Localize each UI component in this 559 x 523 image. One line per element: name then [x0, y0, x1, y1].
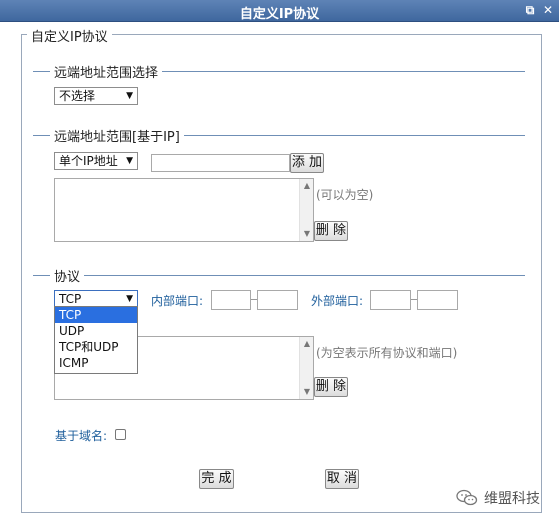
ip-list-textarea[interactable]: ▲ ▼	[54, 178, 314, 242]
delete-ip-button[interactable]: 删 除	[314, 221, 348, 241]
internal-port-end-input[interactable]	[257, 290, 298, 310]
close-icon[interactable]: ✕	[541, 3, 555, 17]
window-titlebar: 自定义IP协议 ⧉ ✕	[0, 0, 559, 22]
remote-range-select-value: 不选择	[59, 89, 96, 103]
section-title-remote-range-select: 远端地址范围选择	[50, 62, 163, 81]
ok-button[interactable]: 完 成	[199, 469, 234, 489]
ip-list-hint: (可以为空)	[316, 188, 374, 202]
ip-type-select[interactable]: 单个IP地址 ▼	[54, 152, 138, 170]
protocol-option[interactable]: UDP	[55, 323, 137, 339]
protocol-option[interactable]: TCP和UDP	[55, 339, 137, 355]
ip-type-select-value: 单个IP地址	[59, 154, 118, 168]
scroll-up-icon[interactable]: ▲	[300, 179, 314, 193]
external-port-start-input[interactable]	[370, 290, 411, 310]
domain-label: 基于域名:	[55, 429, 108, 443]
external-port-end-input[interactable]	[417, 290, 458, 310]
restore-icon[interactable]: ⧉	[523, 3, 537, 17]
protocol-list-hint: (为空表示所有协议和端口)	[316, 346, 458, 360]
chevron-down-icon: ▼	[126, 91, 133, 101]
external-port-label: 外部端口:	[311, 294, 364, 308]
form-legend: 自定义IP协议	[27, 26, 112, 45]
scrollbar[interactable]: ▲ ▼	[299, 337, 313, 399]
internal-port-label: 内部端口:	[151, 294, 204, 308]
section-divider	[33, 275, 525, 276]
scroll-down-icon[interactable]: ▼	[300, 385, 314, 399]
internal-port-start-input[interactable]	[211, 290, 251, 310]
section-title-remote-range-ip: 远端地址范围[基于IP]	[50, 126, 184, 145]
delete-protocol-button[interactable]: 删 除	[314, 377, 348, 397]
section-title-protocol: 协议	[50, 266, 85, 285]
protocol-option[interactable]: TCP	[55, 307, 137, 323]
cancel-button[interactable]: 取 消	[325, 469, 359, 489]
window-title: 自定义IP协议	[239, 7, 320, 22]
remote-range-select[interactable]: 不选择 ▼	[54, 87, 138, 105]
watermark: 维盟科技	[456, 488, 540, 508]
scrollbar[interactable]: ▲ ▼	[299, 179, 313, 241]
scroll-down-icon[interactable]: ▼	[300, 227, 314, 241]
protocol-dropdown-list[interactable]: TCP UDP TCP和UDP ICMP	[54, 306, 138, 374]
ip-address-input[interactable]	[151, 154, 290, 172]
chevron-down-icon: ▼	[126, 294, 133, 304]
watermark-text: 维盟科技	[484, 491, 540, 507]
scroll-up-icon[interactable]: ▲	[300, 337, 314, 351]
domain-checkbox[interactable]	[115, 429, 126, 440]
add-ip-button[interactable]: 添 加	[290, 153, 324, 173]
protocol-option[interactable]: ICMP	[55, 355, 137, 371]
protocol-select-value: TCP	[59, 292, 82, 306]
chevron-down-icon: ▼	[126, 156, 133, 166]
wechat-icon	[456, 489, 478, 506]
